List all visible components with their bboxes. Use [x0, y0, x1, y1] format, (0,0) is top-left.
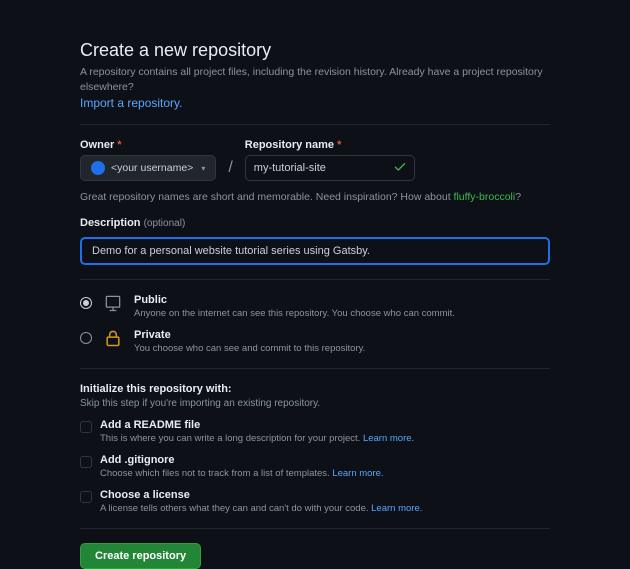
avatar-icon [91, 161, 105, 175]
owner-value: <your username> [111, 162, 193, 174]
gitignore-learn-link[interactable]: Learn more. [332, 468, 383, 479]
license-title: Choose a license [100, 489, 422, 501]
visibility-private-radio[interactable] [80, 332, 92, 344]
owner-dropdown[interactable]: <your username> ▾ [80, 155, 216, 181]
check-icon [393, 160, 407, 177]
init-sub: Skip this step if you're importing an ex… [80, 398, 550, 409]
readme-desc: This is where you can write a long descr… [100, 433, 414, 444]
license-checkbox[interactable] [80, 491, 92, 503]
init-heading: Initialize this repository with: [80, 383, 550, 395]
public-desc: Anyone on the internet can see this repo… [134, 308, 455, 319]
name-hint: Great repository names are short and mem… [80, 191, 550, 203]
gitignore-desc: Choose which files not to track from a l… [100, 468, 384, 479]
repo-icon [102, 292, 124, 314]
repo-name-input[interactable] [245, 155, 415, 181]
divider [80, 124, 550, 125]
gitignore-checkbox[interactable] [80, 456, 92, 468]
gitignore-title: Add .gitignore [100, 454, 384, 466]
description-label: Description (optional) [80, 217, 550, 229]
private-desc: You choose who can see and commit to thi… [134, 343, 365, 354]
owner-label: Owner * [80, 139, 216, 151]
readme-checkbox[interactable] [80, 421, 92, 433]
name-suggestion-link[interactable]: fluffy-broccoli [454, 191, 516, 203]
import-repo-link[interactable]: Import a repository. [80, 96, 182, 110]
public-title: Public [134, 294, 455, 306]
divider [80, 279, 550, 280]
description-input[interactable] [80, 237, 550, 265]
visibility-public-radio[interactable] [80, 297, 92, 309]
page-title: Create a new repository [80, 40, 550, 61]
create-repository-button[interactable]: Create repository [80, 543, 201, 569]
page-subtitle: A repository contains all project files,… [80, 65, 550, 94]
license-learn-link[interactable]: Learn more. [371, 503, 422, 514]
lock-icon [102, 327, 124, 349]
caret-down-icon: ▾ [201, 164, 205, 173]
readme-title: Add a README file [100, 419, 414, 431]
readme-learn-link[interactable]: Learn more. [363, 433, 414, 444]
divider [80, 368, 550, 369]
divider [80, 528, 550, 529]
repo-name-label: Repository name * [245, 139, 415, 151]
path-slash: / [226, 159, 234, 181]
private-title: Private [134, 329, 365, 341]
license-desc: A license tells others what they can and… [100, 503, 422, 514]
